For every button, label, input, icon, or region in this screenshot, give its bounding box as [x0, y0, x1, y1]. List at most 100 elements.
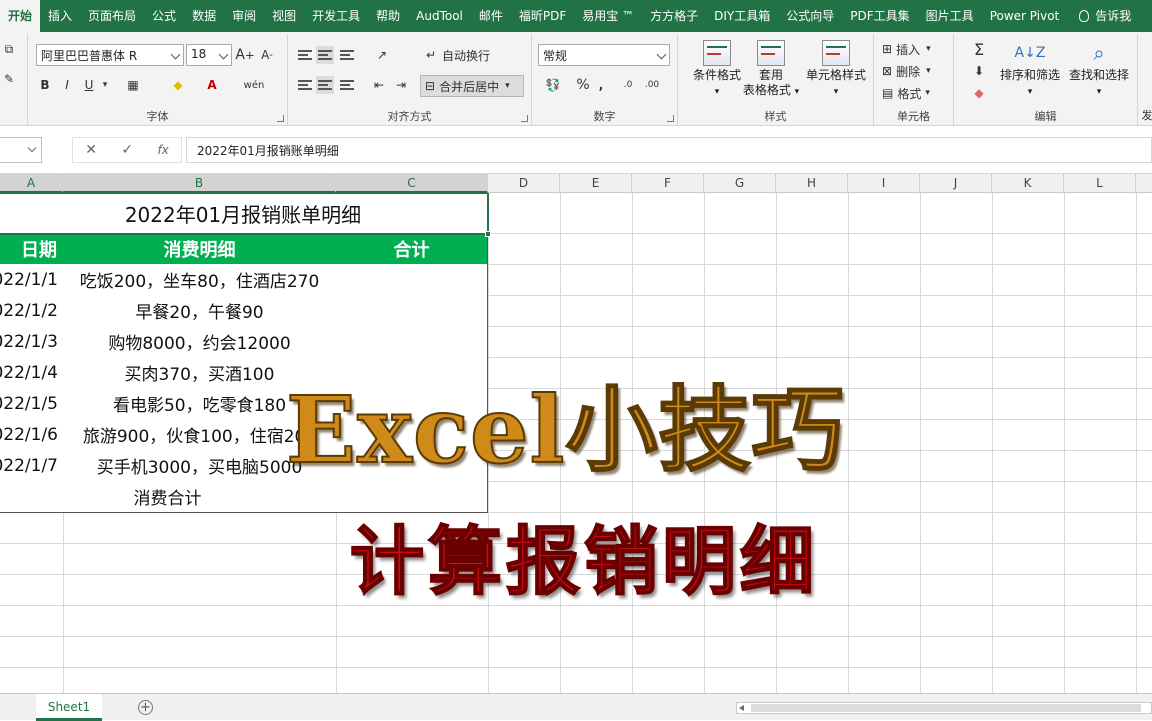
tab-help[interactable]: 帮助 [368, 0, 408, 32]
tab-picture-tools[interactable]: 图片工具 [918, 0, 982, 32]
sort-filter-button[interactable]: A↓Z 排序和筛选 ▾ [998, 40, 1062, 100]
name-box[interactable] [0, 137, 42, 163]
decrease-font-icon[interactable]: A- [258, 46, 276, 64]
align-top-icon[interactable] [296, 46, 314, 64]
align-center-icon[interactable] [316, 76, 334, 94]
currency-icon[interactable]: 💱 [540, 76, 566, 94]
clear-icon[interactable]: ◆ [964, 84, 994, 102]
insert-function-icon[interactable]: fx [157, 143, 168, 157]
column-header-e[interactable]: E [560, 174, 632, 193]
header-total[interactable]: 合计 [336, 233, 488, 265]
comma-icon[interactable]: , [594, 76, 608, 94]
tell-me[interactable]: 告诉我 [1071, 0, 1139, 32]
tab-review[interactable]: 审阅 [224, 0, 264, 32]
format-painter-icon[interactable]: ✎ [2, 72, 16, 86]
font-color-icon[interactable]: A [202, 76, 222, 94]
font-name-select[interactable]: 阿里巴巴普惠体 R [36, 44, 184, 66]
increase-font-icon[interactable]: A + [235, 46, 254, 64]
header-date[interactable]: 日期 [0, 233, 64, 265]
copy-icon[interactable]: ⧉ [2, 42, 16, 56]
tab-fangfang[interactable]: 方方格子 [642, 0, 706, 32]
font-size-select[interactable]: 18 [186, 44, 232, 66]
italic-icon[interactable]: I [58, 76, 76, 94]
chevron-down-icon[interactable]: ▾ [100, 76, 110, 94]
tab-formulas[interactable]: 公式 [144, 0, 184, 32]
formula-input[interactable]: 2022年01月报销账单明细 [186, 137, 1152, 163]
cell-styles-button[interactable]: 单元格样式 ▾ [800, 40, 872, 100]
sheet-tab[interactable]: Sheet1 [36, 694, 102, 721]
detail-cell[interactable]: 吃饭200，坐车80，住酒店270 [63, 264, 337, 296]
autosum-icon[interactable]: Σ [964, 40, 994, 59]
bold-icon[interactable]: B [36, 76, 54, 94]
scroll-thumb[interactable] [751, 704, 1141, 712]
align-right-icon[interactable] [338, 76, 356, 94]
fill-color-icon[interactable]: ◆ [168, 76, 188, 94]
increase-decimal-icon[interactable]: .0 [618, 76, 638, 94]
add-sheet-icon[interactable]: + [138, 700, 153, 715]
detail-cell[interactable]: 早餐20，午餐90 [63, 295, 337, 327]
find-select-button[interactable]: ⌕ 查找和选择 ▾ [1064, 40, 1134, 100]
orientation-icon[interactable]: ↗ [370, 46, 394, 64]
fill-icon[interactable]: ⬇ [964, 62, 994, 80]
align-bottom-icon[interactable] [338, 46, 356, 64]
column-header-d[interactable]: D [488, 174, 560, 193]
column-header-h[interactable]: H [776, 174, 848, 193]
table-title-cell[interactable]: 2022年01月报销账单明细 [0, 193, 488, 234]
column-header-f[interactable]: F [632, 174, 704, 193]
underline-icon[interactable]: U [80, 76, 98, 94]
column-header-a[interactable]: A [0, 174, 63, 193]
format-cells-button[interactable]: ▤ 格式 ▾ [882, 84, 948, 102]
column-header-j[interactable]: J [920, 174, 992, 193]
column-header-l[interactable]: L [1064, 174, 1136, 193]
align-left-icon[interactable] [296, 76, 314, 94]
format-as-table-button[interactable]: 套用 表格格式 ▾ [738, 40, 804, 100]
decrease-decimal-icon[interactable]: .00 [642, 76, 662, 94]
date-cell[interactable]: 2022/1/6 [0, 419, 64, 451]
column-header-b[interactable]: B [63, 174, 336, 193]
header-detail[interactable]: 消费明细 [63, 233, 337, 265]
detail-cell[interactable]: 购物8000，约会12000 [63, 326, 337, 358]
dialog-launcher-icon[interactable] [667, 115, 674, 122]
tab-data[interactable]: 数据 [184, 0, 224, 32]
tab-pdf-tools[interactable]: PDF工具集 [842, 0, 917, 32]
date-cell[interactable]: 2022/1/3 [0, 326, 64, 358]
align-middle-icon[interactable] [316, 46, 334, 64]
tab-insert[interactable]: 插入 [40, 0, 80, 32]
date-cell[interactable]: 2022/1/4 [0, 357, 64, 389]
tab-diy-toolbox[interactable]: DIY工具箱 [706, 0, 778, 32]
fill-handle[interactable] [485, 231, 491, 237]
cancel-icon[interactable]: ✕ [85, 142, 97, 158]
date-cell[interactable]: 2022/1/5 [0, 388, 64, 420]
tab-page-layout[interactable]: 页面布局 [80, 0, 144, 32]
total-cell[interactable] [336, 264, 488, 296]
tab-mail[interactable]: 邮件 [471, 0, 511, 32]
tab-foxit-pdf[interactable]: 福昕PDF [511, 0, 574, 32]
column-header-i[interactable]: I [848, 174, 920, 193]
total-cell[interactable] [336, 295, 488, 327]
phonetic-icon[interactable]: wén [242, 76, 266, 94]
column-header-g[interactable]: G [704, 174, 776, 193]
wrap-text-button[interactable]: 自动换行 [442, 46, 512, 64]
date-cell[interactable]: 2022/1/7 [0, 450, 64, 482]
delete-cells-button[interactable]: ⊠ 删除 ▾ [882, 62, 948, 80]
tab-view[interactable]: 视图 [264, 0, 304, 32]
scroll-left-icon[interactable] [739, 705, 744, 711]
tab-developer[interactable]: 开发工具 [304, 0, 368, 32]
column-header-c[interactable]: C [336, 174, 488, 193]
date-cell[interactable]: 2022/1/2 [0, 295, 64, 327]
decrease-indent-icon[interactable]: ⇤ [370, 76, 388, 94]
dialog-launcher-icon[interactable] [521, 115, 528, 122]
border-icon[interactable]: ▦ [124, 76, 142, 94]
insert-cells-button[interactable]: ⊞ 插入 ▾ [882, 40, 948, 58]
number-format-select[interactable]: 常规 [538, 44, 670, 66]
dialog-launcher-icon[interactable] [277, 115, 284, 122]
tab-home[interactable]: 开始 [0, 0, 41, 32]
total-cell[interactable] [336, 326, 488, 358]
tab-yiyongbao[interactable]: 易用宝 ™ [574, 0, 642, 32]
column-header-k[interactable]: K [992, 174, 1064, 193]
horizontal-scrollbar[interactable] [736, 702, 1152, 714]
tab-formula-wizard[interactable]: 公式向导 [778, 0, 842, 32]
confirm-icon[interactable]: ✓ [121, 142, 133, 158]
wrap-text-icon[interactable]: ↵ [422, 46, 440, 64]
increase-indent-icon[interactable]: ⇥ [392, 76, 410, 94]
